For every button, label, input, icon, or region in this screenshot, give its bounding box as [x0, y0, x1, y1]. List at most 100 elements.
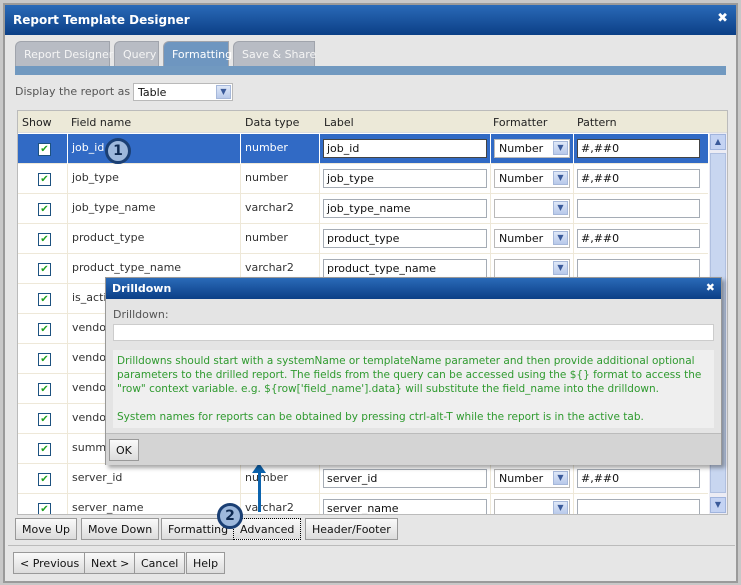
- formatter-select[interactable]: Number ▼: [494, 169, 570, 188]
- show-cell: ✔: [18, 134, 68, 164]
- display-as-label: Display the report as a:: [15, 85, 145, 98]
- pattern-input[interactable]: [577, 259, 700, 278]
- show-cell: ✔: [18, 314, 68, 344]
- label-cell: job_type_name: [320, 194, 491, 224]
- move-down-button[interactable]: Move Down: [81, 518, 160, 540]
- callout-1-badge: 1: [105, 138, 131, 164]
- tab-save-share[interactable]: Save & Share: [233, 41, 316, 67]
- chevron-down-icon: ▼: [553, 141, 568, 155]
- label-cell: job_type: [320, 164, 491, 194]
- table-row[interactable]: ✔ job_type number job_type Number ▼ #,##0: [18, 164, 708, 194]
- title-bar: Report Template Designer ✖: [5, 5, 736, 35]
- table-row[interactable]: ✔ product_type number product_type Number ▼ #,…: [18, 224, 708, 254]
- table-row[interactable]: ✔ job_type_name varchar2 job_type_name ▼: [18, 194, 708, 224]
- show-cell: ✔: [18, 284, 68, 314]
- drilldown-label: Drilldown:: [113, 308, 169, 321]
- show-checkbox[interactable]: ✔: [38, 293, 51, 306]
- formatter-value: Number: [499, 472, 544, 485]
- show-cell: ✔: [18, 194, 68, 224]
- formatter-select[interactable]: ▼: [494, 499, 570, 514]
- display-type-select[interactable]: Table ▼: [133, 83, 233, 101]
- scroll-up-icon[interactable]: ▲: [710, 134, 726, 150]
- table-row[interactable]: ✔ server_id number server_id Number ▼ #,##0: [18, 464, 708, 494]
- help-text-1: Drilldowns should start with a systemNam…: [117, 355, 702, 395]
- formatter-select[interactable]: Number ▼: [494, 139, 570, 158]
- help-text-2: System names for reports can be obtained…: [117, 411, 644, 423]
- show-cell: ✔: [18, 434, 68, 464]
- show-checkbox[interactable]: ✔: [38, 143, 51, 156]
- show-checkbox[interactable]: ✔: [38, 323, 51, 336]
- show-checkbox[interactable]: ✔: [38, 443, 51, 456]
- pattern-input[interactable]: [577, 199, 700, 218]
- cancel-button[interactable]: Cancel: [134, 552, 186, 574]
- ok-button[interactable]: OK: [109, 439, 139, 461]
- col-show: Show: [22, 116, 52, 129]
- formatter-cell: Number ▼: [491, 164, 574, 194]
- data-type-cell: varchar2: [241, 194, 320, 224]
- pattern-input[interactable]: #,##0: [577, 229, 700, 248]
- previous-button[interactable]: < Previous: [13, 552, 87, 574]
- chevron-down-icon: ▼: [553, 261, 568, 275]
- show-checkbox[interactable]: ✔: [38, 263, 51, 276]
- pattern-cell: #,##0: [574, 134, 708, 164]
- label-input[interactable]: server_name: [323, 499, 487, 514]
- label-cell: product_type: [320, 224, 491, 254]
- pattern-input[interactable]: #,##0: [577, 169, 700, 188]
- data-type-cell: number: [241, 224, 320, 254]
- show-checkbox[interactable]: ✔: [38, 353, 51, 366]
- label-input[interactable]: product_type: [323, 229, 487, 248]
- field-name-cell: server_name: [68, 494, 241, 514]
- show-checkbox[interactable]: ✔: [38, 233, 51, 246]
- formatter-select[interactable]: ▼: [494, 199, 570, 218]
- drilldown-input[interactable]: [113, 324, 714, 341]
- scroll-down-icon[interactable]: ▼: [710, 497, 726, 513]
- pattern-input[interactable]: #,##0: [577, 469, 700, 488]
- formatter-cell: ▼: [491, 194, 574, 224]
- formatter-cell: Number ▼: [491, 464, 574, 494]
- show-cell: ✔: [18, 164, 68, 194]
- show-checkbox[interactable]: ✔: [38, 413, 51, 426]
- chevron-down-icon: ▼: [553, 501, 568, 514]
- col-field-name: Field name: [71, 116, 132, 129]
- tab-formatting[interactable]: Formatting: [163, 41, 232, 67]
- header-footer-button[interactable]: Header/Footer: [305, 518, 398, 540]
- field-name-cell: job_type: [68, 164, 241, 194]
- label-input[interactable]: job_type_name: [323, 199, 487, 218]
- chevron-down-icon: ▼: [553, 231, 568, 245]
- show-checkbox[interactable]: ✔: [38, 383, 51, 396]
- formatter-select[interactable]: ▼: [494, 259, 570, 278]
- show-checkbox[interactable]: ✔: [38, 473, 51, 486]
- formatter-value: Number: [499, 142, 544, 155]
- window-title: Report Template Designer: [13, 13, 190, 27]
- callout-arrow: [258, 470, 261, 512]
- next-button[interactable]: Next >: [84, 552, 137, 574]
- formatter-value: Number: [499, 172, 544, 185]
- show-checkbox[interactable]: ✔: [38, 203, 51, 216]
- formatter-select[interactable]: Number ▼: [494, 469, 570, 488]
- tab-query[interactable]: Query: [114, 41, 159, 67]
- pattern-input[interactable]: #,##0: [577, 139, 700, 158]
- col-pattern: Pattern: [577, 116, 617, 129]
- table-row[interactable]: ✔ server_name varchar2 server_name ▼: [18, 494, 708, 514]
- advanced-button[interactable]: Advanced: [233, 518, 302, 540]
- tab-report-designer[interactable]: Report Designer: [15, 41, 113, 67]
- close-icon[interactable]: ✖: [717, 11, 728, 26]
- col-data-type: Data type: [245, 116, 300, 129]
- formatter-cell: Number ▼: [491, 134, 574, 164]
- show-checkbox[interactable]: ✔: [38, 173, 51, 186]
- move-up-button[interactable]: Move Up: [15, 518, 78, 540]
- show-cell: ✔: [18, 404, 68, 434]
- dialog-close-icon[interactable]: ✖: [706, 281, 715, 294]
- pattern-cell: [574, 494, 708, 514]
- label-input[interactable]: job_id: [323, 139, 487, 158]
- label-input[interactable]: product_type_name: [323, 259, 487, 278]
- help-button[interactable]: Help: [186, 552, 226, 574]
- formatter-select[interactable]: Number ▼: [494, 229, 570, 248]
- pattern-input[interactable]: [577, 499, 700, 514]
- show-cell: ✔: [18, 374, 68, 404]
- data-type-cell: varchar2: [241, 494, 320, 514]
- grid-header: Show Field name Data type Label Formatte…: [18, 111, 727, 133]
- label-input[interactable]: job_type: [323, 169, 487, 188]
- show-checkbox[interactable]: ✔: [38, 503, 51, 514]
- label-input[interactable]: server_id: [323, 469, 487, 488]
